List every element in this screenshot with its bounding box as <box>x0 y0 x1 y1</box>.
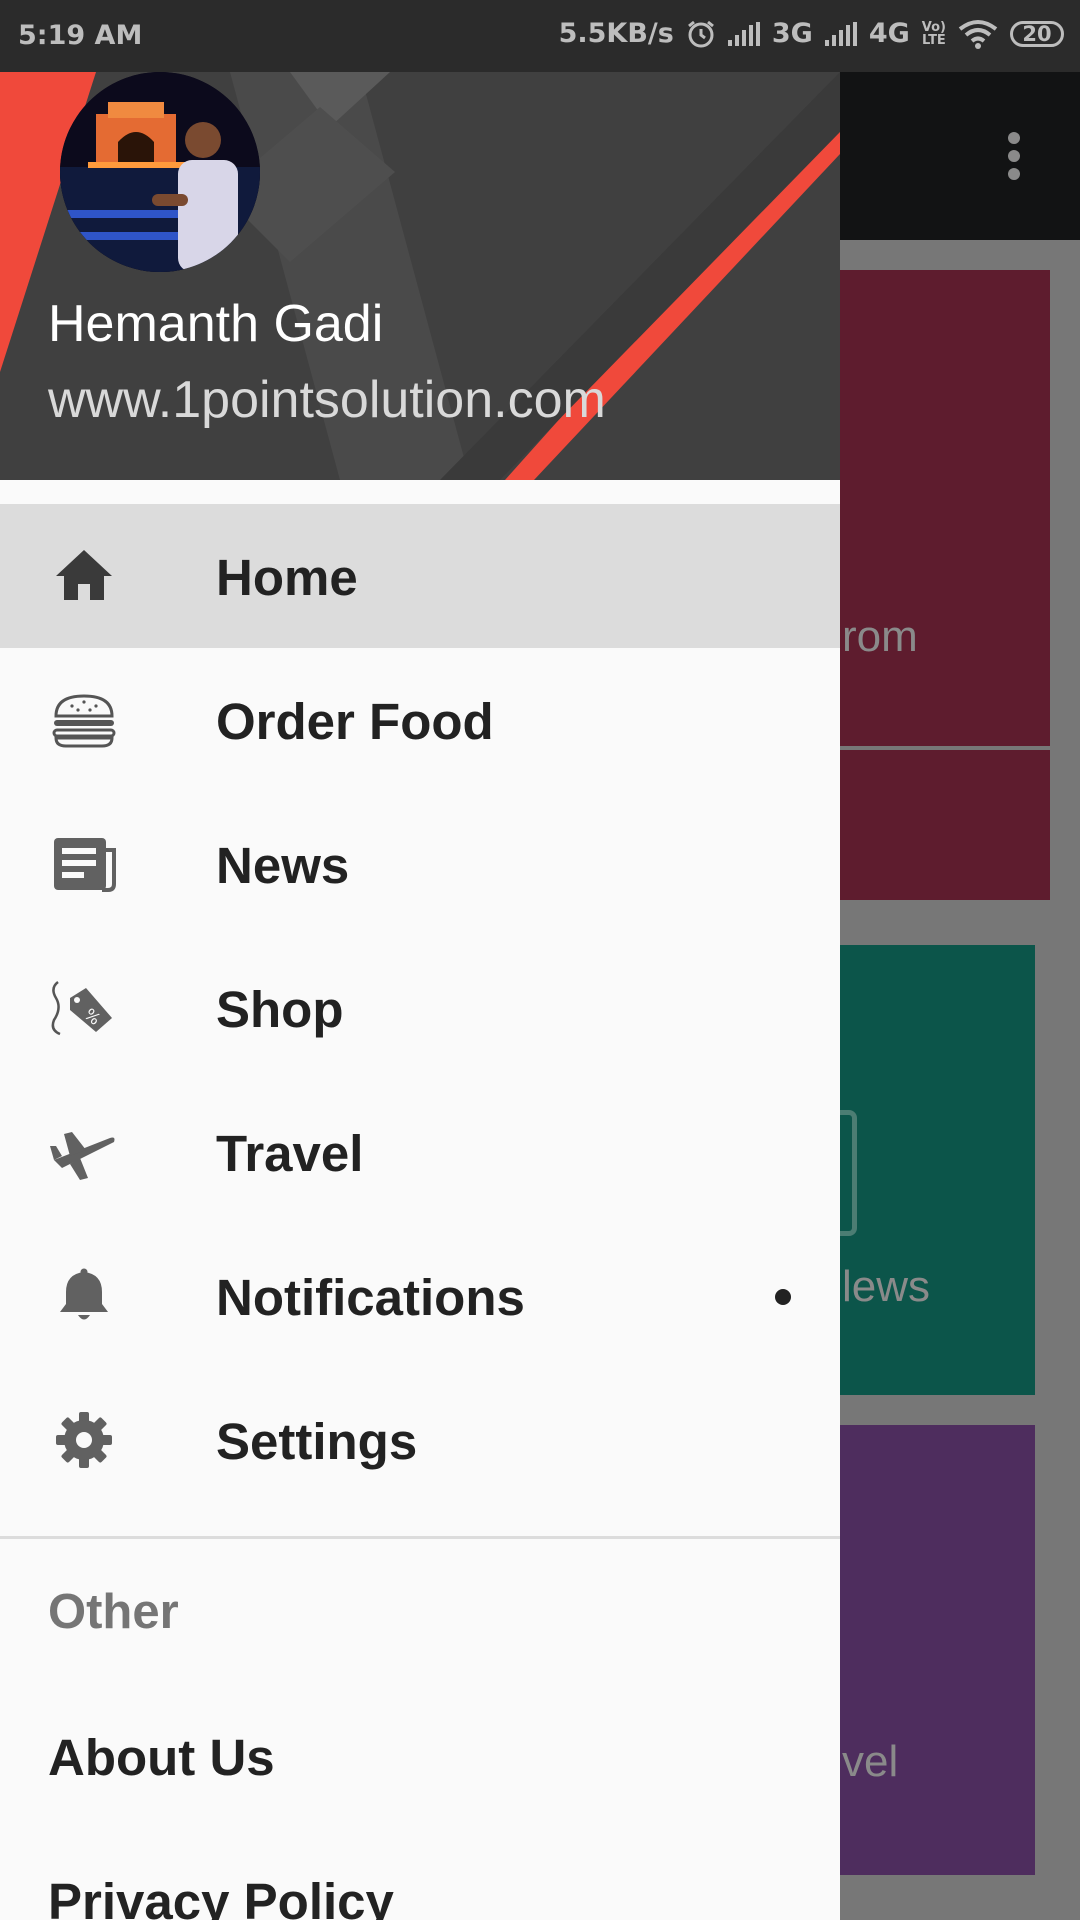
dashboard-card-2[interactable] <box>840 945 1035 1395</box>
airplane-icon <box>50 1132 115 1180</box>
dashboard-card-2-label: lews <box>842 1262 931 1311</box>
dashboard-card-1-label: rom <box>842 612 918 661</box>
menu-item-notifications[interactable]: Notifications <box>0 1224 840 1368</box>
avatar[interactable] <box>60 72 260 272</box>
home-icon <box>56 550 112 600</box>
signal-icon-sim1 <box>727 21 760 46</box>
network-speed: 5.5KB/s <box>558 18 674 49</box>
section-divider <box>0 1536 840 1539</box>
notification-indicator <box>775 1289 791 1305</box>
menu-item-label: Shop <box>216 981 344 1038</box>
overflow-menu-icon[interactable] <box>1008 132 1020 144</box>
menu-item-home[interactable]: Home <box>0 504 840 648</box>
newspaper-icon <box>54 838 116 892</box>
menu-item-label: Home <box>216 549 358 606</box>
signal-icon-sim2 <box>824 21 857 46</box>
dashboard-card-1[interactable] <box>840 270 1050 746</box>
wifi-icon <box>958 19 998 49</box>
menu-item-about-us[interactable]: About Us <box>48 1728 275 1787</box>
dashboard-card-1-lower[interactable] <box>840 750 1050 900</box>
app-toolbar <box>840 72 1080 240</box>
burger-icon <box>52 694 116 748</box>
dashboard-card-3-label: vel <box>842 1737 899 1786</box>
user-name: Hemanth Gadi <box>48 295 384 353</box>
volte-icon: Vo) LTE <box>921 19 946 48</box>
menu-item-privacy-policy[interactable]: Privacy Policy <box>48 1872 394 1920</box>
navigation-drawer: Hemanth Gadi www.1pointsolution.com Home… <box>0 72 840 1920</box>
user-website: www.1pointsolution.com <box>48 371 606 429</box>
network-type-1: 3G <box>771 18 813 49</box>
menu-item-settings[interactable]: Settings <box>0 1368 840 1512</box>
gear-icon <box>56 1412 112 1468</box>
menu-item-shop[interactable]: % Shop <box>0 936 840 1080</box>
battery-icon: 20 <box>1010 20 1064 47</box>
alarm-icon <box>687 20 714 47</box>
bell-icon <box>60 1268 108 1320</box>
dashboard-card-3[interactable] <box>840 1425 1035 1875</box>
overflow-menu-icon-dot <box>1008 150 1020 162</box>
menu-item-news[interactable]: News <box>0 792 840 936</box>
status-icons: 5.5KB/s 3G 4G Vo) LTE 20 <box>559 18 1064 49</box>
menu-item-order-food[interactable]: Order Food <box>0 648 840 792</box>
menu-item-travel[interactable]: Travel <box>0 1080 840 1224</box>
section-header-other: Other <box>48 1585 179 1639</box>
network-type-2: 4G <box>868 18 910 49</box>
price-tag-icon: % <box>51 981 112 1036</box>
drawer-header: Hemanth Gadi www.1pointsolution.com <box>0 72 840 480</box>
menu-item-label: Order Food <box>216 693 494 750</box>
status-time: 5:19 AM <box>18 20 143 51</box>
overflow-menu-icon-dot <box>1008 168 1020 180</box>
status-bar: 5:19 AM 5.5KB/s 3G 4G Vo) LTE 20 <box>0 0 1080 72</box>
menu-item-label: News <box>216 837 350 894</box>
menu-item-label: Settings <box>216 1413 418 1470</box>
menu-item-label: Travel <box>216 1125 364 1182</box>
menu-item-label: Notifications <box>216 1269 525 1326</box>
